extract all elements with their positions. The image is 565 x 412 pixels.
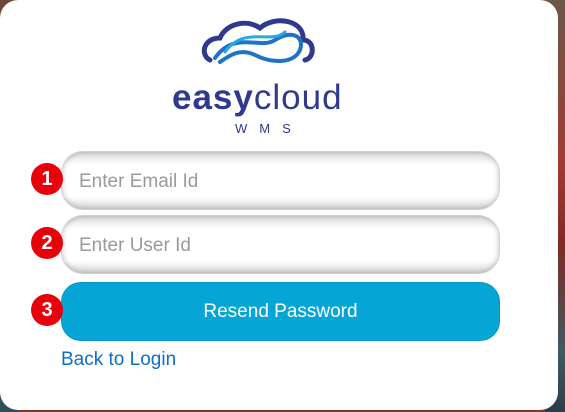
email-input[interactable] <box>77 169 481 195</box>
resend-password-label: Resend Password <box>203 300 358 322</box>
brand-word-easy: easy <box>172 78 254 117</box>
email-field-wrapper <box>61 151 500 210</box>
resend-password-button[interactable]: Resend Password <box>61 282 500 341</box>
step-marker-2: 2 <box>31 227 63 259</box>
back-to-login-link[interactable]: Back to Login <box>61 349 176 371</box>
brand-wordmark: easycloud <box>172 78 392 118</box>
user-id-field-wrapper <box>61 215 500 274</box>
step-marker-3: 3 <box>31 294 63 326</box>
step-marker-1: 1 <box>31 163 63 195</box>
forgot-password-card: easycloud WMS Resend Password Back to Lo… <box>0 0 558 410</box>
user-id-input[interactable] <box>77 233 481 259</box>
brand-product-name: WMS <box>235 121 303 136</box>
brand-word-cloud: cloud <box>253 78 343 117</box>
